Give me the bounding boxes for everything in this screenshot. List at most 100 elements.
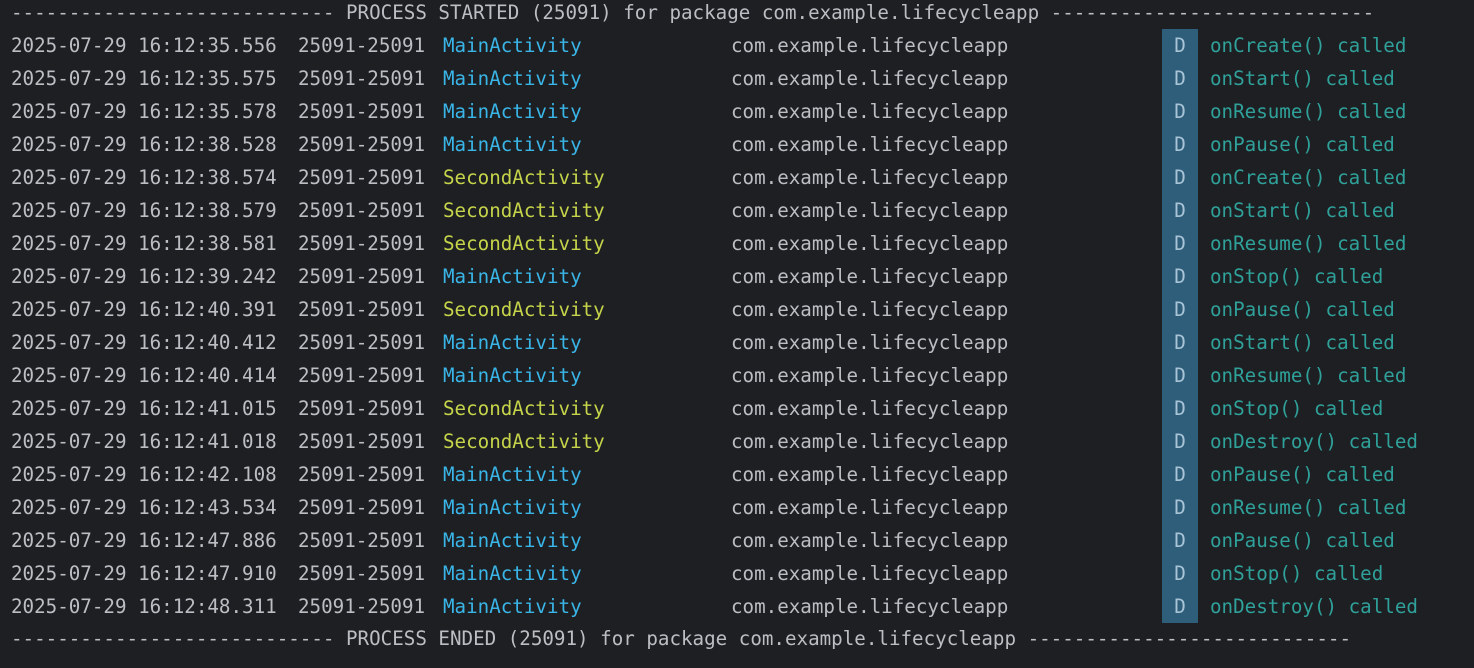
log-message: onStop() called — [1210, 265, 1384, 288]
log-timestamp: 2025-07-29 16:12:48.311 — [11, 595, 277, 618]
log-timestamp: 2025-07-29 16:12:35.556 — [11, 34, 277, 57]
log-message: onResume() called — [1210, 232, 1407, 255]
log-pid: 25091-25091 — [298, 265, 426, 288]
log-row[interactable]: 2025-07-29 16:12:39.242 25091-25091 MainAc… — [0, 260, 1474, 293]
log-timestamp: 2025-07-29 16:12:41.018 — [11, 430, 277, 453]
log-rows: 2025-07-29 16:12:35.556 25091-25091 MainAc… — [0, 29, 1474, 623]
log-timestamp: 2025-07-29 16:12:40.414 — [11, 364, 277, 387]
log-pid: 25091-25091 — [298, 562, 426, 585]
log-timestamp: 2025-07-29 16:12:38.528 — [11, 133, 277, 156]
log-tag: MainActivity — [443, 562, 582, 585]
log-pid: 25091-25091 — [298, 232, 426, 255]
log-message: onStart() called — [1210, 199, 1395, 222]
log-message: onPause() called — [1210, 133, 1395, 156]
log-pid: 25091-25091 — [298, 166, 426, 189]
log-timestamp: 2025-07-29 16:12:35.575 — [11, 67, 277, 90]
log-pid: 25091-25091 — [298, 364, 426, 387]
log-row[interactable]: 2025-07-29 16:12:35.575 25091-25091 MainAc… — [0, 62, 1474, 95]
log-timestamp: 2025-07-29 16:12:42.108 — [11, 463, 277, 486]
log-message: onStart() called — [1210, 331, 1395, 354]
log-tag: MainActivity — [443, 595, 582, 618]
log-pid: 25091-25091 — [298, 529, 426, 552]
log-level-badge: D — [1162, 359, 1198, 392]
log-pid: 25091-25091 — [298, 331, 426, 354]
log-tag: MainActivity — [443, 265, 582, 288]
log-timestamp: 2025-07-29 16:12:41.015 — [11, 397, 277, 420]
logcat-panel[interactable]: ---------------------------- PROCESS STA… — [0, 0, 1474, 668]
log-tag: MainActivity — [443, 133, 582, 156]
process-ended-separator: ---------------------------- PROCESS END… — [11, 627, 1352, 650]
log-row[interactable]: 2025-07-29 16:12:40.414 25091-25091 MainAc… — [0, 359, 1474, 392]
log-package: com.example.lifecycleapp — [731, 529, 1009, 552]
log-message: onResume() called — [1210, 496, 1407, 519]
log-package: com.example.lifecycleapp — [731, 133, 1009, 156]
log-row[interactable]: 2025-07-29 16:12:42.108 25091-25091 MainAc… — [0, 458, 1474, 491]
log-package: com.example.lifecycleapp — [731, 34, 1009, 57]
log-tag: MainActivity — [443, 100, 582, 123]
log-level-badge: D — [1162, 557, 1198, 590]
log-row[interactable]: 2025-07-29 16:12:41.015 25091-25091 Second… — [0, 392, 1474, 425]
log-tag: SecondActivity — [443, 166, 605, 189]
log-tag: SecondActivity — [443, 232, 605, 255]
log-level-badge: D — [1162, 161, 1198, 194]
log-tag: MainActivity — [443, 529, 582, 552]
log-tag: SecondActivity — [443, 397, 605, 420]
log-level-badge: D — [1162, 227, 1198, 260]
log-tag: MainActivity — [443, 496, 582, 519]
log-message: onDestroy() called — [1210, 430, 1418, 453]
log-pid: 25091-25091 — [298, 298, 426, 321]
log-timestamp: 2025-07-29 16:12:39.242 — [11, 265, 277, 288]
log-row[interactable]: 2025-07-29 16:12:38.528 25091-25091 MainAc… — [0, 128, 1474, 161]
log-row[interactable]: 2025-07-29 16:12:35.578 25091-25091 MainAc… — [0, 95, 1474, 128]
log-level-badge: D — [1162, 95, 1198, 128]
log-package: com.example.lifecycleapp — [731, 397, 1009, 420]
log-row[interactable]: 2025-07-29 16:12:38.574 25091-25091 Second… — [0, 161, 1474, 194]
log-pid: 25091-25091 — [298, 463, 426, 486]
log-package: com.example.lifecycleapp — [731, 595, 1009, 618]
log-package: com.example.lifecycleapp — [731, 562, 1009, 585]
log-message: onStart() called — [1210, 67, 1395, 90]
log-package: com.example.lifecycleapp — [731, 265, 1009, 288]
log-package: com.example.lifecycleapp — [731, 463, 1009, 486]
log-package: com.example.lifecycleapp — [731, 364, 1009, 387]
log-row[interactable]: 2025-07-29 16:12:43.534 25091-25091 MainAc… — [0, 491, 1474, 524]
log-row[interactable]: 2025-07-29 16:12:35.556 25091-25091 MainAc… — [0, 29, 1474, 62]
log-tag: MainActivity — [443, 463, 582, 486]
log-pid: 25091-25091 — [298, 34, 426, 57]
log-package: com.example.lifecycleapp — [731, 100, 1009, 123]
log-pid: 25091-25091 — [298, 133, 426, 156]
log-row[interactable]: 2025-07-29 16:12:40.391 25091-25091 Second… — [0, 293, 1474, 326]
log-level-badge: D — [1162, 293, 1198, 326]
log-level-badge: D — [1162, 29, 1198, 62]
log-pid: 25091-25091 — [298, 430, 426, 453]
log-tag: MainActivity — [443, 34, 582, 57]
log-row[interactable]: 2025-07-29 16:12:48.311 25091-25091 MainAc… — [0, 590, 1474, 623]
log-tag: MainActivity — [443, 364, 582, 387]
log-row[interactable]: 2025-07-29 16:12:47.886 25091-25091 MainAc… — [0, 524, 1474, 557]
log-tag: SecondActivity — [443, 199, 605, 222]
log-pid: 25091-25091 — [298, 199, 426, 222]
log-message: onPause() called — [1210, 529, 1395, 552]
log-tag: SecondActivity — [443, 298, 605, 321]
log-package: com.example.lifecycleapp — [731, 199, 1009, 222]
log-pid: 25091-25091 — [298, 595, 426, 618]
log-row[interactable]: 2025-07-29 16:12:41.018 25091-25091 Second… — [0, 425, 1474, 458]
log-timestamp: 2025-07-29 16:12:40.412 — [11, 331, 277, 354]
log-message: onStop() called — [1210, 562, 1384, 585]
log-row[interactable]: 2025-07-29 16:12:38.581 25091-25091 Second… — [0, 227, 1474, 260]
log-timestamp: 2025-07-29 16:12:38.579 — [11, 199, 277, 222]
log-row[interactable]: 2025-07-29 16:12:40.412 25091-25091 MainAc… — [0, 326, 1474, 359]
log-message: onResume() called — [1210, 364, 1407, 387]
log-row[interactable]: 2025-07-29 16:12:47.910 25091-25091 MainAc… — [0, 557, 1474, 590]
log-message: onDestroy() called — [1210, 595, 1418, 618]
log-level-badge: D — [1162, 491, 1198, 524]
log-message: onResume() called — [1210, 100, 1407, 123]
log-timestamp: 2025-07-29 16:12:38.574 — [11, 166, 277, 189]
log-level-badge: D — [1162, 524, 1198, 557]
log-timestamp: 2025-07-29 16:12:38.581 — [11, 232, 277, 255]
log-row[interactable]: 2025-07-29 16:12:38.579 25091-25091 Second… — [0, 194, 1474, 227]
log-level-badge: D — [1162, 62, 1198, 95]
log-timestamp: 2025-07-29 16:12:43.534 — [11, 496, 277, 519]
log-package: com.example.lifecycleapp — [731, 430, 1009, 453]
log-level-badge: D — [1162, 425, 1198, 458]
